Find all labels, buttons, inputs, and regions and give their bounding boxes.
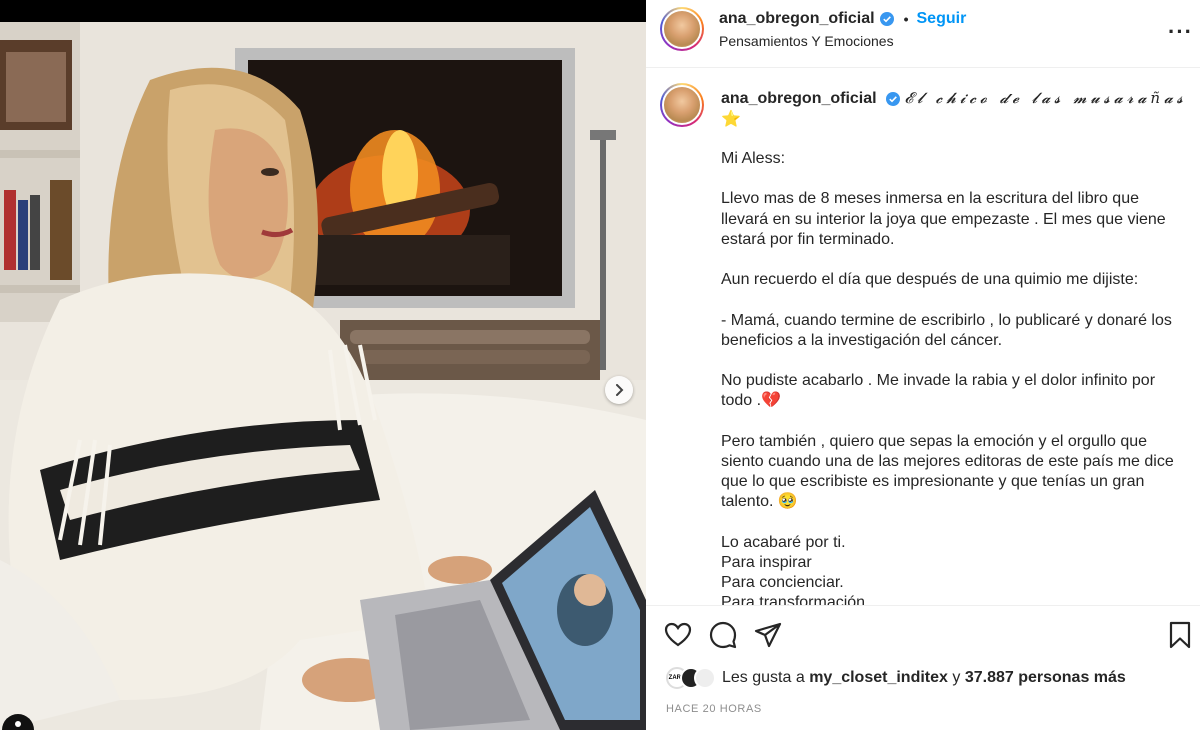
media-top-bar (0, 0, 646, 22)
post-header: ana_obregon_oficial • Seguir Pensamiento… (646, 0, 1200, 68)
post-subtitle[interactable]: Pensamientos Y Emociones (719, 33, 894, 49)
verified-badge-icon (886, 91, 901, 106)
heart-icon[interactable] (664, 621, 692, 649)
star-emoji: ⭐️ (721, 111, 741, 128)
post-timestamp[interactable]: Hace 20 horas (666, 703, 762, 715)
caption-paragraph: Llevo mas de 8 meses inmersa en la escri… (721, 190, 1166, 248)
verified-badge-icon (879, 12, 894, 26)
author-username[interactable]: ana_obregon_oficial (719, 10, 875, 28)
caption-line: Para inspirar (721, 553, 812, 571)
post-sidebar: ana_obregon_oficial • Seguir Pensamiento… (646, 0, 1200, 730)
likes-summary: ZARA Les gusta a my_closet_inditex y 37.… (666, 667, 1126, 689)
post-actions: ZARA Les gusta a my_closet_inditex y 37.… (646, 605, 1200, 730)
caption-paragraph: - Mamá, cuando termine de escribirlo , l… (721, 311, 1172, 349)
likes-connector: y (952, 669, 961, 686)
likes-count[interactable]: 37.887 personas más (965, 669, 1126, 686)
post-media[interactable] (0, 0, 646, 730)
post-photo (0, 22, 646, 730)
caption-username[interactable]: ana_obregon_oficial (721, 90, 877, 107)
instagram-post-window: ana_obregon_oficial • Seguir Pensamiento… (0, 0, 1200, 730)
send-icon[interactable] (754, 621, 782, 649)
caption-body: Mi Aless: Llevo mas de 8 meses inmersa e… (721, 149, 1181, 605)
author-avatar[interactable] (660, 7, 704, 51)
caption-header: ana_obregon_oficial 𝓔𝓵 𝓬𝓱𝓲𝓬𝓸 𝓭𝓮 𝓵𝓪𝓼 𝓶𝓾𝓼𝓪… (721, 88, 1191, 130)
liker-avatar[interactable] (694, 667, 716, 689)
next-image-button[interactable] (605, 376, 633, 404)
caption-paragraph: No pudiste acabarlo . Me invade la rabia… (721, 372, 1156, 410)
likes-prefix: Les gusta a (722, 669, 805, 686)
caption-paragraph: Aun recuerdo el día que después de una q… (721, 271, 1139, 289)
follow-button[interactable]: Seguir (917, 10, 967, 28)
caption-avatar[interactable] (660, 83, 704, 127)
comment-icon[interactable] (709, 621, 737, 649)
caption-area: ana_obregon_oficial 𝓔𝓵 𝓬𝓱𝓲𝓬𝓸 𝓭𝓮 𝓵𝓪𝓼 𝓶𝓾𝓼𝓪… (646, 69, 1200, 605)
caption-paragraph: Mi Aless: (721, 150, 786, 167)
more-options-icon[interactable]: ··· (1168, 19, 1193, 45)
caption-line: Para transformación (721, 594, 866, 605)
bookmark-icon[interactable] (1166, 621, 1194, 649)
chevron-right-icon (616, 384, 624, 396)
user-tag-icon (15, 721, 21, 727)
caption-line: Para concienciar. (721, 574, 844, 592)
caption-paragraph: Pero también , quiero que sepas la emoci… (721, 432, 1174, 511)
caption-line: Lo acabaré por ti. (721, 533, 846, 551)
caption-title: 𝓔𝓵 𝓬𝓱𝓲𝓬𝓸 𝓭𝓮 𝓵𝓪𝓼 𝓶𝓾𝓼𝓪𝓻𝓪ñ𝓪𝓼 (904, 89, 1187, 107)
separator-dot: • (903, 11, 909, 27)
liker-username[interactable]: my_closet_inditex (809, 669, 948, 686)
